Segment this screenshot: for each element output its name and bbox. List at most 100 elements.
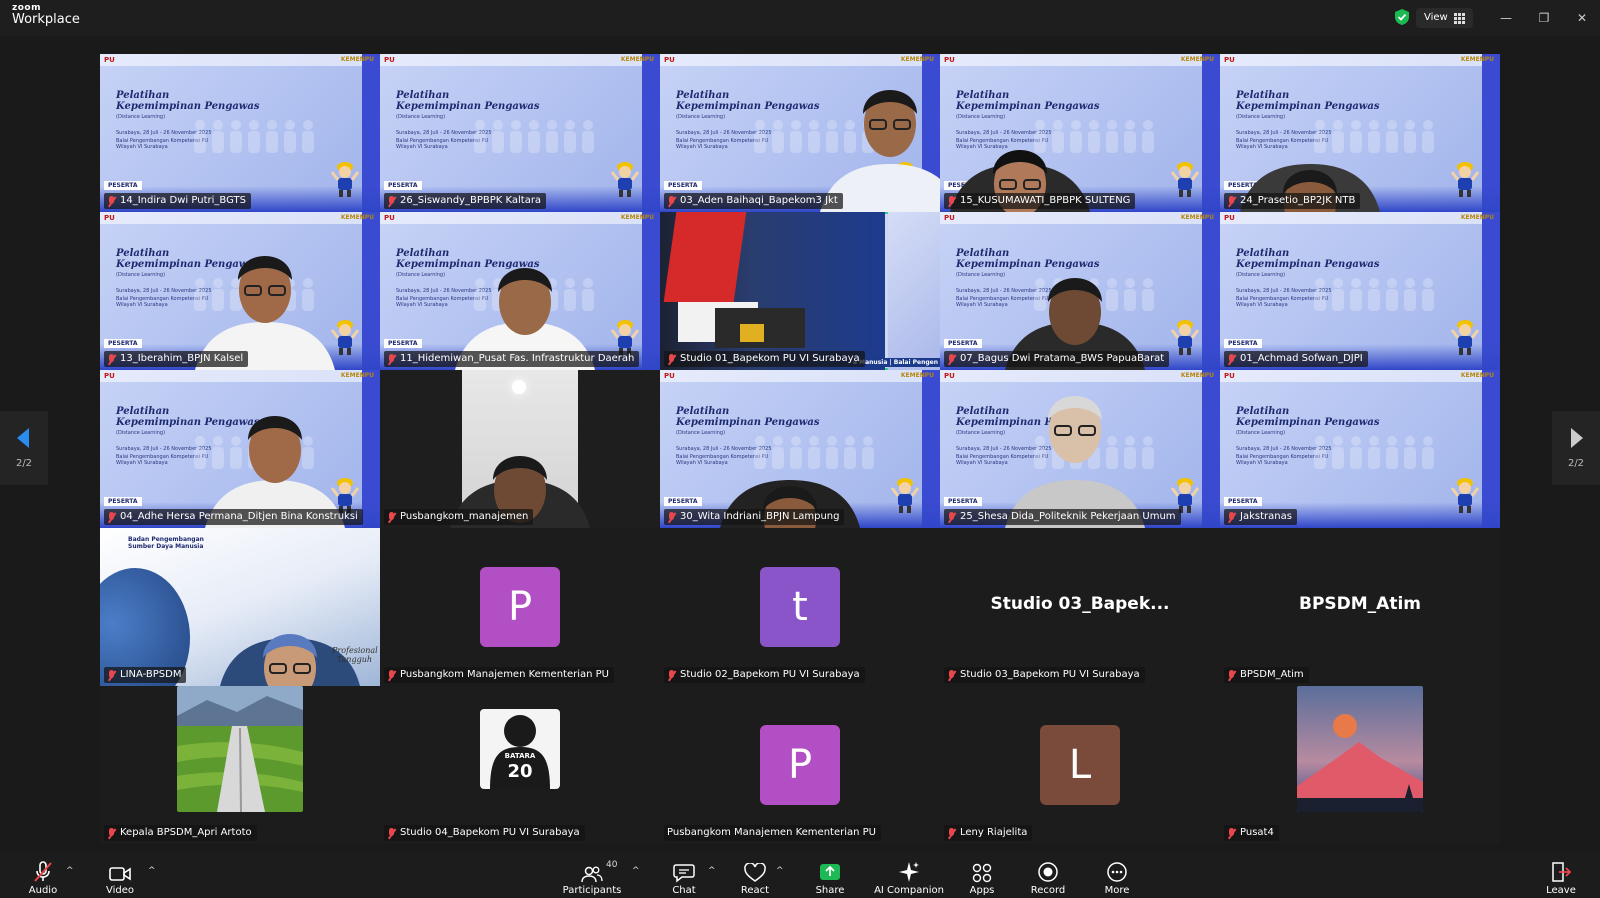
jersey-text: BATARA: [504, 752, 536, 760]
microphone-muted-icon: [387, 511, 396, 523]
participant-name-label: Pusat4: [1224, 825, 1279, 841]
more-button[interactable]: More: [1087, 856, 1147, 896]
video-options-caret[interactable]: ^: [148, 866, 156, 876]
chevron-left-icon: [17, 427, 29, 448]
ai-companion-button[interactable]: AI Companion: [874, 856, 944, 896]
slide-org2: Wilayah VI Surabaya: [396, 144, 448, 150]
participant-tile[interactable]: PU KEMENPU Pelatihan Kepemimpinan Pengawas(…: [660, 54, 940, 212]
participants-options-caret[interactable]: ^: [632, 866, 640, 876]
microphone-muted-icon: [947, 669, 956, 681]
participant-name: Pusbangkom Manajemen Kementerian PU: [667, 827, 876, 838]
microphone-muted-icon: [387, 827, 396, 839]
participant-tile[interactable]: Studio 03_Bapek... Studio 03_Bapekom PU V…: [940, 528, 1220, 686]
participant-tile[interactable]: BATARA 20 Studio 04_Bapekom PU VI Surabaya: [380, 686, 660, 844]
participant-tile[interactable]: PU KEMENPU Pelatihan Kepemimpinan Pengawas(…: [100, 212, 380, 370]
participant-tile[interactable]: PU KEMENPU Pelatihan Kepemimpinan Pengawas(…: [940, 54, 1220, 212]
close-icon[interactable]: ✕: [1572, 8, 1592, 28]
participant-name-label: 26_Siswandy_BPBPK Kaltara: [384, 193, 547, 209]
slide-header-bar: [100, 54, 380, 66]
leave-button[interactable]: Leave: [1533, 856, 1589, 896]
participant-name: 13_Iberahim_BPJN Kalsel: [120, 353, 244, 364]
participant-name-label: 04_Adhe Hersa Permana_Ditjen Bina Konstr…: [104, 509, 363, 525]
record-button[interactable]: Record: [1018, 856, 1078, 896]
profile-picture: BATARA 20: [480, 709, 560, 789]
participant-tile[interactable]: PU KEMENPU Pelatihan Kepemimpinan Pengawas(…: [100, 370, 380, 528]
participant-tile[interactable]: PU KEMENPU Pelatihan Kepemimpinan Pengawas(…: [1220, 54, 1500, 212]
next-page-button[interactable]: 2/2: [1552, 411, 1600, 485]
participant-tile[interactable]: PU KEMENPU Pelatihan Kepemimpinan Pengawas(…: [1220, 370, 1500, 528]
previous-page-button[interactable]: 2/2: [0, 411, 48, 485]
participant-tile[interactable]: Pusbangkom_manajemen: [380, 370, 660, 528]
presentation-slide: PU KEMENPU Pelatihan Kepemimpinan Pengawas (…: [1220, 212, 1500, 370]
presentation-slide: PU KEMENPU Pelatihan Kepemimpinan Pengawas (…: [380, 54, 660, 212]
participant-tile[interactable]: P Pusbangkom Manajemen Kementerian PU: [660, 686, 940, 844]
participant-name-label: 13_Iberahim_BPJN Kalsel: [104, 351, 249, 367]
microphone-muted-icon: [107, 353, 116, 365]
participant-name-label: Studio 01_Bapekom PU VI Surabaya: [664, 351, 865, 367]
restore-icon[interactable]: ❐: [1534, 8, 1554, 28]
participant-name: Studio 04_Bapekom PU VI Surabaya: [400, 827, 580, 838]
participant-tile[interactable]: BPSDM_Atim BPSDM_Atim: [1220, 528, 1500, 686]
participant-name-label: 30_Wita Indriani_BPJN Lampung: [664, 509, 845, 525]
participant-tile[interactable]: PU KEMENPU Pelatihan Kepemimpinan Pengawas(…: [380, 212, 660, 370]
slide-kemenpu-logo: KEMENPU: [1460, 372, 1494, 379]
participant-video: [720, 480, 860, 528]
slide-header-bar: [1220, 370, 1500, 382]
participant-tile[interactable]: PU KEMENPU Pelatihan Kepemimpinan Pengawas(…: [100, 54, 380, 212]
participant-tile[interactable]: PU KEMENPU Pelatihan Kepemimpinan Pengawas(…: [1220, 212, 1500, 370]
participant-name-label: 11_Hidemiwan_Pusat Fas. Infrastruktur Da…: [384, 351, 640, 367]
minimize-icon[interactable]: —: [1496, 8, 1516, 28]
participant-tile[interactable]: Pusat4: [1220, 686, 1500, 844]
view-button[interactable]: View: [1416, 8, 1473, 28]
participant-tile[interactable]: Kepala BPSDM_Apri Artoto: [100, 686, 380, 844]
chat-button[interactable]: Chat: [654, 856, 714, 896]
participant-tile[interactable]: L Leny Riajelita: [940, 686, 1220, 844]
participant-tile[interactable]: PU KEMENPU Pelatihan Kepemimpinan Pengawas(…: [380, 54, 660, 212]
microphone-muted-icon: [107, 195, 116, 207]
audio-label: Audio: [28, 885, 58, 896]
slide-subtitle: (Distance Learning): [1236, 272, 1286, 278]
participant-tile[interactable]: a Manusia | Balai Pengen Studio 01_Bapeko…: [660, 212, 940, 370]
profile-picture: [1297, 686, 1423, 812]
participant-tile[interactable]: Badan Pengembangan Sumber Daya Manusia Pr…: [100, 528, 380, 686]
participant-name: 04_Adhe Hersa Permana_Ditjen Bina Konstr…: [120, 511, 358, 522]
participant-name: LINA-BPSDM: [120, 669, 182, 680]
slide-title-line1: Pelatihan: [396, 90, 450, 101]
react-button[interactable]: React: [725, 856, 785, 896]
peserta-badge: PESERTA: [104, 181, 142, 190]
slide-subtitle: (Distance Learning): [116, 114, 166, 120]
participant-video: [455, 268, 595, 370]
chevron-right-icon: [1571, 427, 1583, 448]
shield-check-icon[interactable]: [1393, 8, 1411, 26]
gallery-view: 2/2 2/2 PU KEMENPU Pelatihan Kepemimpinan P…: [0, 36, 1600, 852]
participant-name: 26_Siswandy_BPBPK Kaltara: [400, 195, 542, 206]
share-button[interactable]: Share: [800, 856, 860, 896]
participant-name: Leny Riajelita: [960, 827, 1028, 838]
microphone-muted-icon: [1227, 511, 1236, 523]
mascot-illustration: [1450, 320, 1480, 355]
participant-tile[interactable]: PU KEMENPU Pelatihan Kepemimpinan Pengawas(…: [660, 370, 940, 528]
share-label: Share: [815, 885, 845, 896]
participant-tile[interactable]: PU KEMENPU Pelatihan Kepemimpinan Pengawas(…: [940, 370, 1220, 528]
participant-tile[interactable]: t Studio 02_Bapekom PU VI Surabaya: [660, 528, 940, 686]
slide-org2: Wilayah VI Surabaya: [1236, 460, 1288, 466]
slide-title-line2: Kepemimpinan Pengawas: [1236, 417, 1380, 428]
leave-label: Leave: [1546, 885, 1576, 896]
participants-label: Participants: [562, 885, 622, 896]
avatar-initial: P: [760, 725, 840, 805]
slide-title-line1: Pelatihan: [116, 90, 170, 101]
react-options-caret[interactable]: ^: [776, 866, 784, 876]
participant-name: Pusat4: [1240, 827, 1274, 838]
audio-button[interactable]: Audio: [13, 856, 73, 896]
audio-options-caret[interactable]: ^: [66, 866, 74, 876]
participant-name: Kepala BPSDM_Apri Artoto: [120, 827, 252, 838]
participant-name-label: LINA-BPSDM: [104, 667, 187, 683]
chat-bubble-icon: [673, 864, 695, 883]
participant-name: Studio 02_Bapekom PU VI Surabaya: [680, 669, 860, 680]
participant-tile[interactable]: P Pusbangkom Manajemen Kementerian PU: [380, 528, 660, 686]
participant-name: Pusbangkom Manajemen Kementerian PU: [400, 669, 609, 680]
participant-tile[interactable]: PU KEMENPU Pelatihan Kepemimpinan Pengawas(…: [940, 212, 1220, 370]
video-button[interactable]: Video: [90, 856, 150, 896]
apps-button[interactable]: Apps: [952, 856, 1012, 896]
chat-options-caret[interactable]: ^: [708, 866, 716, 876]
